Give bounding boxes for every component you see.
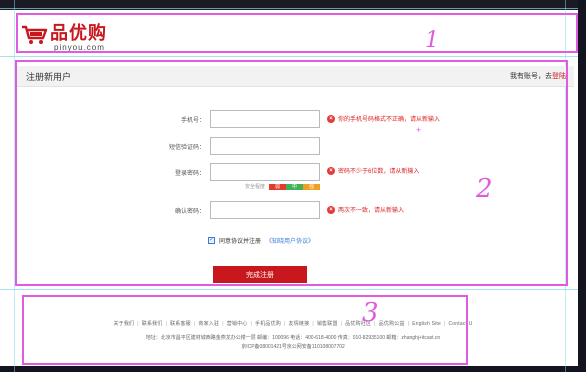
annotation-box-register <box>15 60 568 286</box>
annotation-label-2: 2 <box>476 174 493 204</box>
guide-line <box>0 56 578 57</box>
annotation-box-header <box>16 13 578 53</box>
guide-line <box>0 289 578 290</box>
annotation-label-1: 1 <box>425 28 439 53</box>
guide-line <box>0 8 578 9</box>
window-right-edge <box>578 0 586 372</box>
page: 品优购 pinyou.com 注册新用户 我有账号，去登陆 手机号： × 你的手机… <box>0 0 586 372</box>
window-bottom-edge <box>0 366 586 372</box>
annotation-label-3: 3 <box>362 298 379 328</box>
annotation-box-footer <box>22 295 468 365</box>
